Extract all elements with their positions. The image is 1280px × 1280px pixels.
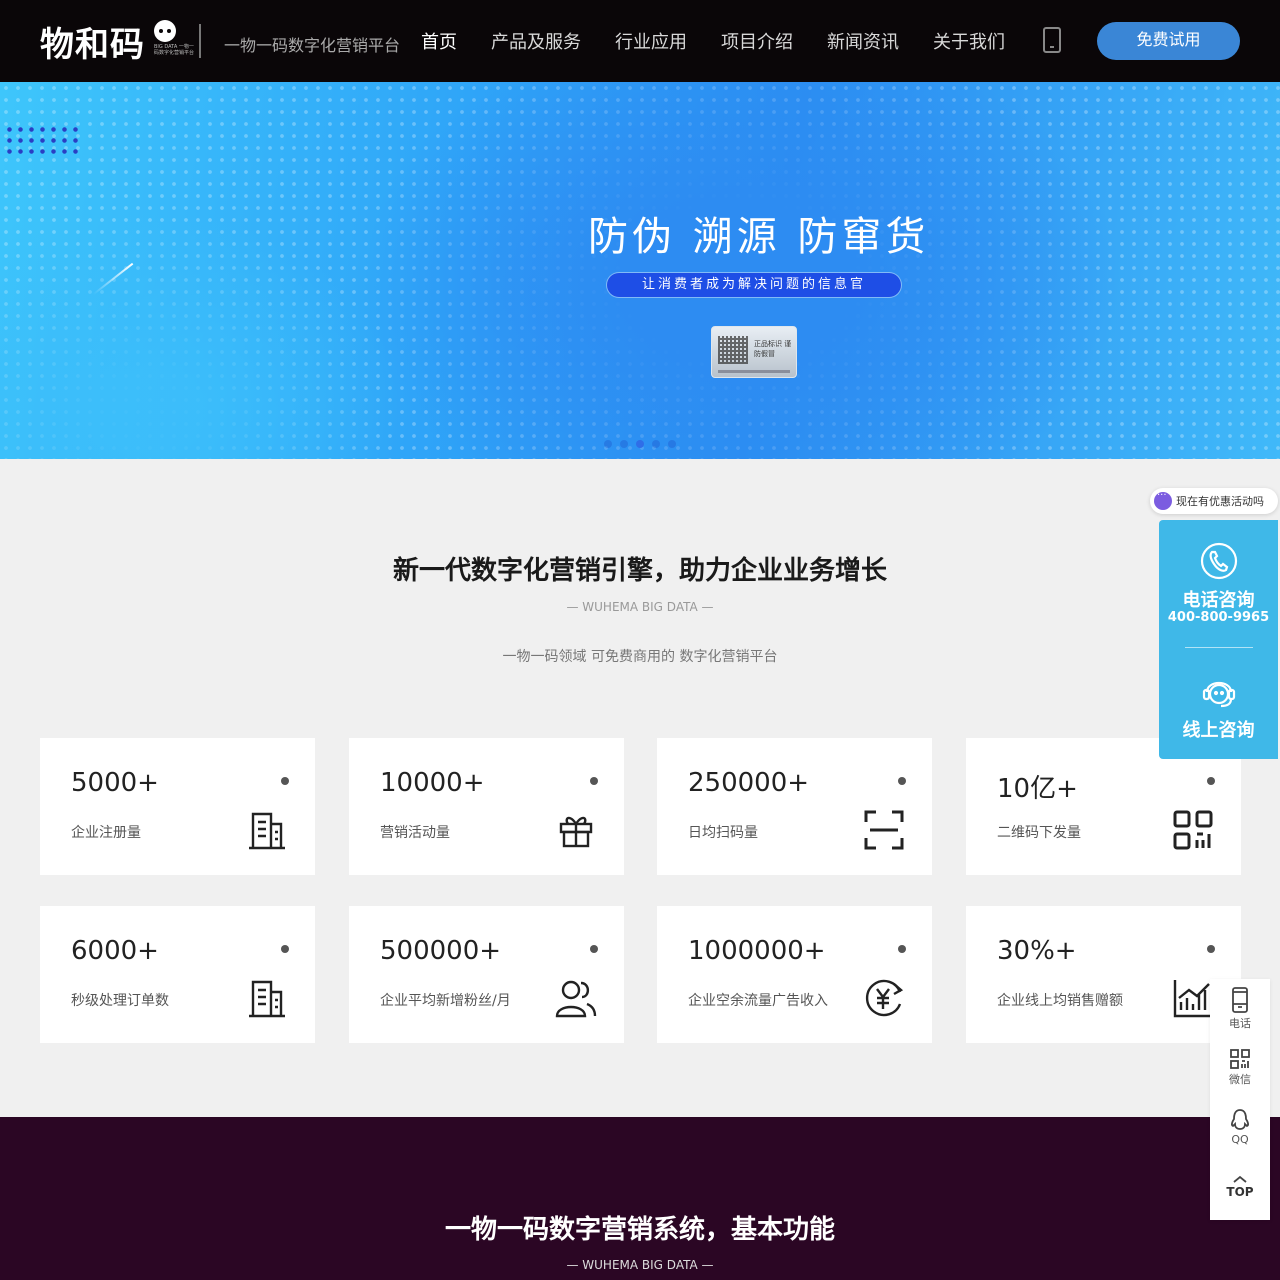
toolbar-label: 微信 [1229,1073,1251,1086]
chat-icon [1154,490,1172,510]
header-divider [199,24,201,58]
stat-value: 1000000+ [688,936,826,966]
stat-value: 10000+ [380,768,485,798]
logo[interactable]: 物和码 BIG DATA 一物一码数字化营销平台 [40,18,194,65]
logo-mark-icon [154,20,176,42]
slider-dot[interactable] [668,440,676,448]
stat-card-ad-revenue: 1000000+ 企业空余流量广告收入 [657,906,932,1043]
nav-projects[interactable]: 项目介绍 [704,28,810,54]
consult-panel: 电话咨询 400-800-9965 线上咨询 [1159,520,1278,759]
slider-dot[interactable] [620,440,628,448]
banner-glow-left [0,82,1280,459]
stat-dot [590,945,598,953]
stat-dot [1207,945,1215,953]
nav-products[interactable]: 产品及服务 [474,28,598,54]
stat-card-campaigns: 10000+ 营销活动量 [349,738,624,875]
banner-dot-grid [4,124,84,160]
stat-label: 日均扫码量 [688,825,758,841]
stat-card-scans: 250000+ 日均扫码量 [657,738,932,875]
stat-dot [898,777,906,785]
stat-label: 企业线上均销售赠额 [997,993,1123,1009]
gift-icon [559,816,593,848]
slider-pagination [604,440,676,448]
stat-dot [281,777,289,785]
stat-label: 企业注册量 [71,825,141,841]
section-description: 一物一码领域 可免费商用的 数字化营销平台 [502,649,778,665]
users-icon [555,980,597,1018]
phone-call-icon[interactable] [1200,542,1238,580]
qrcode-icon [1230,1049,1250,1069]
mobile-phone-icon [1232,987,1248,1013]
chart-icon [1173,980,1211,1018]
promo-chat-bubble[interactable]: 现在有优惠活动吗 [1150,488,1278,514]
banner-tagline: 让消费者成为解决问题的信息官 [607,273,901,297]
banner-title: 防伪 溯源 防窜货 [588,214,930,260]
toolbar-wechat[interactable]: 微信 [1210,1049,1270,1087]
toolbar-label: 电话 [1229,1017,1251,1030]
toolbar-label: TOP [1226,1185,1254,1199]
stat-card-orders: 6000+ 秒级处理订单数 [40,906,315,1043]
section-title: 新一代数字化营销引擎，助力企业业务增长 [392,556,887,586]
toolbar-phone[interactable]: 电话 [1210,987,1270,1031]
features-title: 一物一码数字营销系统，基本功能 [444,1215,835,1245]
online-consult-title[interactable]: 线上咨询 [1159,716,1278,742]
toolbar-qq[interactable]: QQ [1210,1109,1270,1146]
promo-text: 现在有优惠活动吗 [1176,495,1264,508]
nav-about[interactable]: 关于我们 [916,28,1022,54]
consult-divider [1185,647,1253,648]
stat-dot [1207,777,1215,785]
nav-home[interactable]: 首页 [404,28,474,54]
qr-pattern [718,336,748,364]
stat-card-fans: 500000+ 企业平均新增粉丝/月 [349,906,624,1043]
phone-consult-title[interactable]: 电话咨询 [1159,586,1278,612]
free-trial-button[interactable]: 免费试用 [1097,22,1240,60]
label-strip [718,370,790,373]
stat-value: 250000+ [688,768,810,798]
qrcode-icon [1173,810,1213,850]
anti-counterfeit-label-image: 正品标识 谨防假冒 [711,326,797,378]
mobile-icon[interactable] [1043,27,1061,53]
toolbar-back-to-top[interactable]: TOP [1210,1175,1270,1199]
stat-label: 秒级处理订单数 [71,993,169,1009]
yuan-icon [865,979,904,1017]
qq-penguin-icon [1231,1109,1249,1130]
stat-label: 二维码下发量 [997,825,1081,841]
stat-dot [898,945,906,953]
stat-dot [590,777,598,785]
stat-label: 企业空余流量广告收入 [688,993,828,1009]
toolbar-label: QQ [1231,1133,1249,1146]
logo-text: 物和码 [40,24,145,65]
hero-banner[interactable]: 防伪 溯源 防窜货 让消费者成为解决问题的信息官 正品标识 谨防假冒 [0,82,1280,459]
scan-icon [864,810,904,850]
header-slogan: 一物一码数字化营销平台 [224,36,401,55]
stat-label: 营销活动量 [380,825,450,841]
section-subtitle: — WUHEMA BIG DATA — [566,600,714,614]
top-header: 物和码 BIG DATA 一物一码数字化营销平台 一物一码数字化营销平台 首页 … [0,0,1280,82]
slider-dot[interactable] [652,440,660,448]
phone-number[interactable]: 400-800-9965 [1159,610,1278,625]
stat-dot [281,945,289,953]
slider-dot-active[interactable] [636,440,644,448]
slider-dot[interactable] [604,440,612,448]
stat-label: 企业平均新增粉丝/月 [380,993,511,1009]
logo-subtext: BIG DATA 一物一码数字化营销平台 [154,44,195,56]
chevron-up-icon [1233,1175,1247,1183]
stat-value: 10亿+ [997,774,1078,804]
nav-industry[interactable]: 行业应用 [598,28,704,54]
features-subtitle: — WUHEMA BIG DATA — [566,1258,714,1272]
main-nav: 首页 产品及服务 行业应用 项目介绍 新闻资讯 关于我们 [404,0,1022,82]
nav-news[interactable]: 新闻资讯 [810,28,916,54]
stat-value: 5000+ [71,768,159,798]
label-text: 正品标识 谨防假冒 [754,340,792,358]
stat-card-sales: 30%+ 企业线上均销售赠额 [966,906,1241,1043]
stat-value: 6000+ [71,936,159,966]
stat-value: 500000+ [380,936,502,966]
side-toolbar: 电话 微信 QQ TOP [1210,979,1270,1220]
building-icon [249,812,285,850]
customer-service-icon[interactable] [1200,672,1238,710]
stat-value: 30%+ [997,936,1077,966]
stat-card-enterprises: 5000+ 企业注册量 [40,738,315,875]
features-section: 一物一码数字营销系统，基本功能 — WUHEMA BIG DATA — [0,1117,1280,1280]
building-icon [249,980,285,1018]
